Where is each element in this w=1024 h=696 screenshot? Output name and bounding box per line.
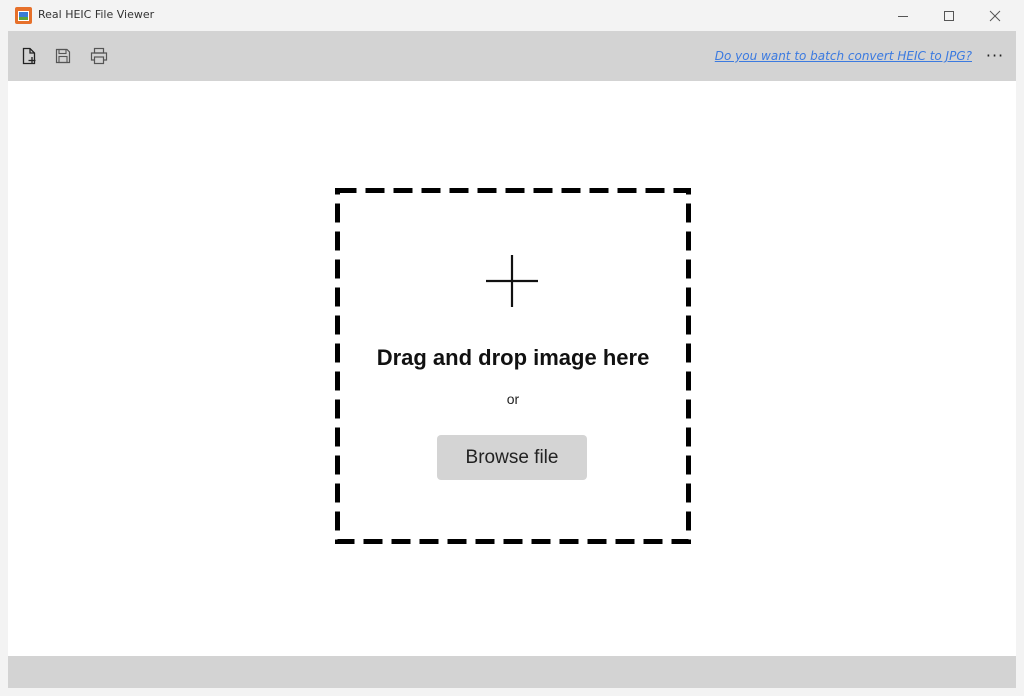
app-window: Real HEIC File Viewer Do you want to bat… <box>0 0 1024 696</box>
print-icon <box>90 47 108 65</box>
main-content: Drag and drop image here or Browse file <box>8 81 1016 656</box>
batch-convert-link[interactable]: Do you want to batch convert HEIC to JPG… <box>715 49 972 63</box>
drop-instruction-title: Drag and drop image here <box>376 345 650 370</box>
minimize-button[interactable] <box>880 0 926 31</box>
close-button[interactable] <box>972 0 1018 31</box>
or-label: or <box>506 391 520 407</box>
close-icon <box>989 10 1001 21</box>
plus-icon <box>486 255 538 307</box>
window-title: Real HEIC File Viewer <box>38 8 155 21</box>
new-file-button[interactable] <box>18 45 40 67</box>
more-icon: ··· <box>985 45 1005 65</box>
new-file-icon <box>22 47 36 65</box>
status-bar <box>8 656 1016 688</box>
print-button[interactable] <box>88 45 110 67</box>
more-options-button[interactable]: ··· <box>982 43 1008 67</box>
drop-zone[interactable]: Drag and drop image here or Browse file <box>335 188 691 544</box>
browse-file-button[interactable]: Browse file <box>437 435 587 480</box>
save-button[interactable] <box>52 45 74 67</box>
maximize-icon <box>944 10 954 21</box>
minimize-icon <box>898 15 908 17</box>
save-icon <box>55 48 71 64</box>
title-bar: Real HEIC File Viewer <box>0 0 1024 31</box>
app-logo-icon <box>15 7 32 24</box>
toolbar: Do you want to batch convert HEIC to JPG… <box>8 31 1016 81</box>
maximize-button[interactable] <box>926 0 972 31</box>
